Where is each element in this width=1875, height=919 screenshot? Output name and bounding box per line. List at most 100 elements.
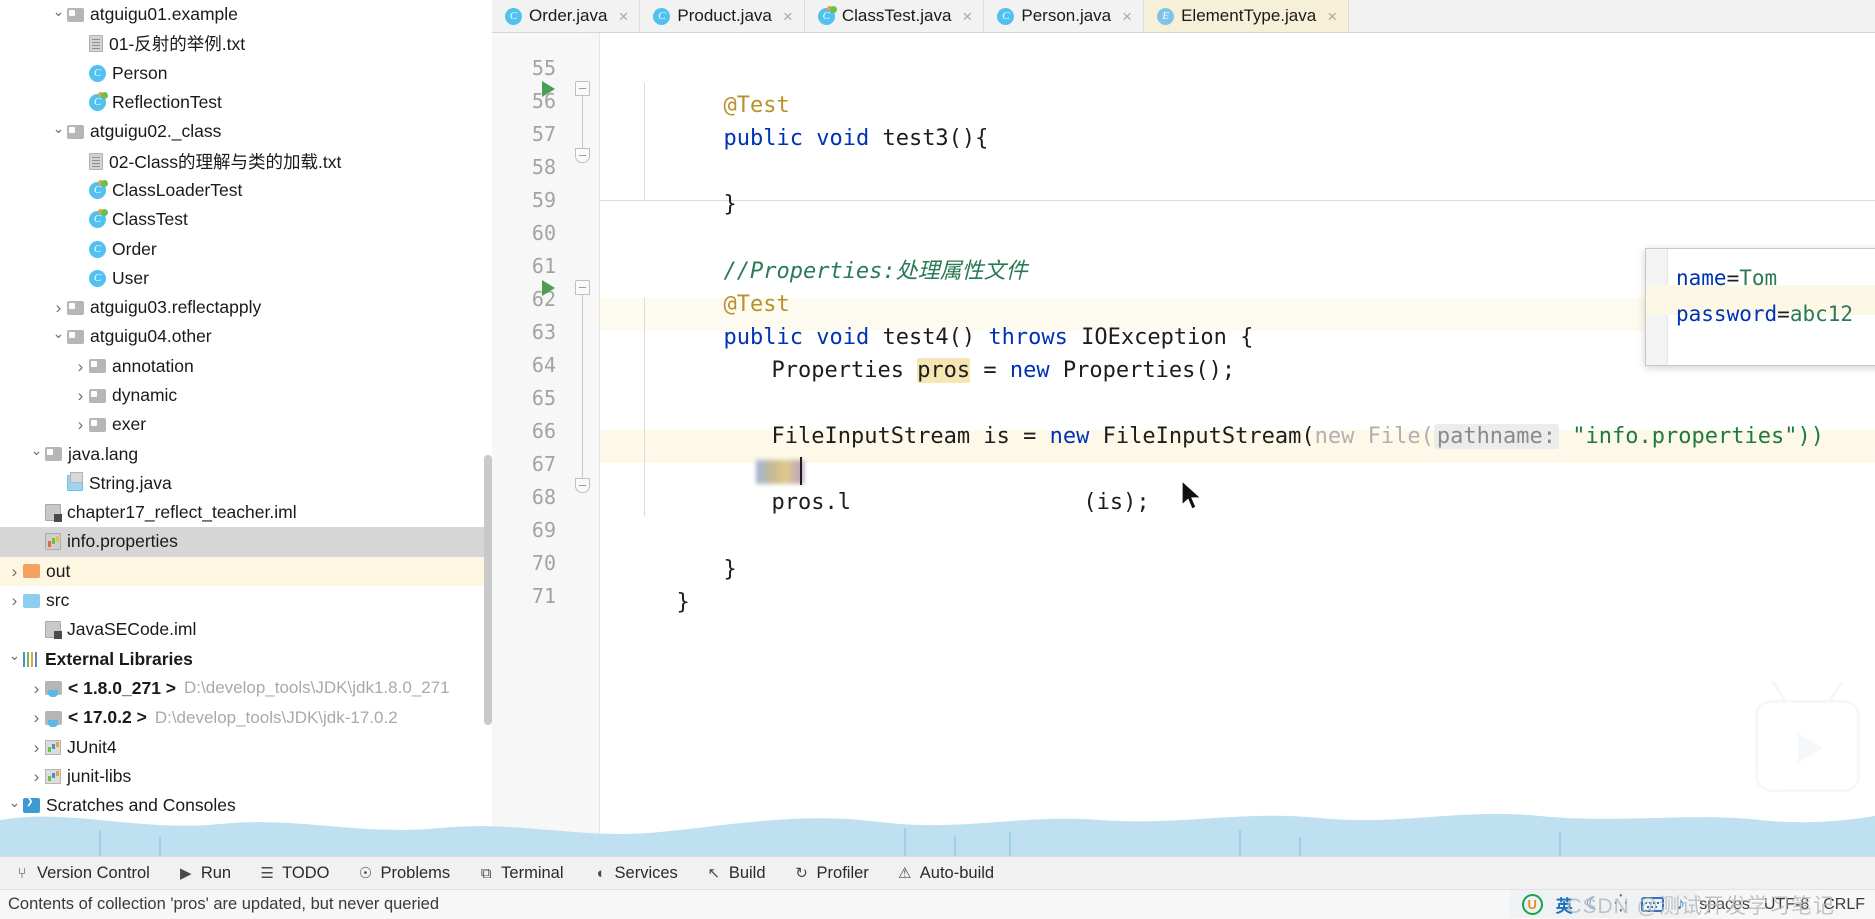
chevron-right-icon[interactable] xyxy=(28,709,45,726)
ime-badge-icon[interactable]: U xyxy=(1521,893,1543,915)
tree-node-junit4[interactable]: JUnit4 xyxy=(0,732,492,761)
fold-handle-test4-start[interactable]: – xyxy=(575,280,590,295)
editor-tab-product-java[interactable]: C Product.java × xyxy=(640,0,805,32)
project-tree-horizontal-scrollbar[interactable] xyxy=(0,847,380,854)
close-icon[interactable]: × xyxy=(618,8,628,25)
tree-node-java-lang[interactable]: java.lang xyxy=(0,439,492,468)
editor-tab-person-java[interactable]: C Person.java × xyxy=(984,0,1145,32)
tool-window-button-auto-build[interactable]: ⚠ Auto-build xyxy=(883,864,1008,883)
line-number-55: 55 xyxy=(531,56,556,80)
chevron-right-icon[interactable] xyxy=(72,387,89,404)
run-test4-gutter-icon[interactable] xyxy=(542,280,555,296)
operator-assign: = xyxy=(1023,424,1037,449)
editor-tab-order-java[interactable]: C Order.java × xyxy=(492,0,641,32)
editor-tabs[interactable]: C Order.java × C Product.java × C ClassTest.jav… xyxy=(492,0,1350,32)
tool-window-button-todo[interactable]: ☰ TODO xyxy=(245,864,343,883)
chevron-right-icon[interactable] xyxy=(6,563,23,580)
variable-is: is xyxy=(983,424,1010,449)
tool-window-bar[interactable]: ⑂ Version Control ▶ Run ☰ TODO ☉ Problems ⧉ Termi… xyxy=(0,856,1875,889)
project-tool-window[interactable]: atguigu01.example01-反射的举例.txtCPersonCRef… xyxy=(0,0,492,856)
tool-window-button-run[interactable]: ▶ Run xyxy=(164,864,245,883)
tree-node-atguigu01-example[interactable]: atguigu01.example xyxy=(0,0,492,29)
tree-node-order[interactable]: C Order xyxy=(0,234,492,263)
fold-handle-test3-end[interactable]: – xyxy=(575,148,590,163)
tree-node-atguigu03-reflectapply[interactable]: atguigu03.reflectapply xyxy=(0,293,492,322)
tool-window-button-label: Profiler xyxy=(816,863,869,882)
close-icon[interactable]: × xyxy=(1122,8,1132,25)
code-line-70[interactable]: } xyxy=(597,553,689,652)
chevron-down-icon[interactable] xyxy=(50,8,67,22)
chevron-down-icon[interactable] xyxy=(50,330,67,344)
tool-window-button-version-control[interactable]: ⑂ Version Control xyxy=(0,864,164,883)
tree-node-external-libraries[interactable]: External Libraries xyxy=(0,645,492,674)
tree-node-junit-libs[interactable]: junit-libs xyxy=(0,762,492,791)
fold-handle-test3-start[interactable]: – xyxy=(575,81,590,96)
run-test3-gutter-icon[interactable] xyxy=(542,81,555,97)
tree-node-javasecode-iml[interactable]: JavaSECode.iml xyxy=(0,615,492,644)
close-icon[interactable]: × xyxy=(1327,8,1337,25)
code-editor[interactable]: 55 56 57 58 59 60 61 62 63 64 65 66 67 68 69 70 71 – – –… xyxy=(492,33,1875,856)
tree-node-annotation[interactable]: annotation xyxy=(0,352,492,381)
tree-node-reflectiontest[interactable]: C ReflectionTest xyxy=(0,88,492,117)
editor-tab-elementtype-java[interactable]: E ElementType.java × xyxy=(1144,0,1350,32)
junit-library-icon xyxy=(45,739,61,755)
tree-node-src[interactable]: src xyxy=(0,586,492,615)
chevron-down-icon[interactable] xyxy=(6,799,23,813)
tree-node-dynamic[interactable]: dynamic xyxy=(0,381,492,410)
tree-node--17-0-2-[interactable]: < 17.0.2 > D:\develop_tools\JDK\jdk-17.0.… xyxy=(0,703,492,732)
editor-tab-classtest-java[interactable]: C ClassTest.java × xyxy=(804,0,985,32)
tree-node-01-txt[interactable]: 01-反射的举例.txt xyxy=(0,29,492,58)
fold-handle-test4-end[interactable]: – xyxy=(575,478,590,493)
tree-node-atguigu04-other[interactable]: atguigu04.other xyxy=(0,322,492,351)
tree-node-atguigu02-class[interactable]: atguigu02._class xyxy=(0,117,492,146)
tool-window-button-services[interactable]: ◖ Services xyxy=(578,864,692,883)
tree-node-classloadertest[interactable]: C ClassLoaderTest xyxy=(0,176,492,205)
project-tree[interactable]: atguigu01.example01-反射的举例.txtCPersonCRef… xyxy=(0,0,492,820)
type-fileinputstream: FileInputStream xyxy=(771,424,971,449)
tool-window-button-profiler[interactable]: ↻ Profiler xyxy=(780,864,883,883)
project-tree-vertical-scrollbar[interactable] xyxy=(484,455,492,725)
line-number-60: 60 xyxy=(531,221,556,245)
tree-node-exer[interactable]: exer xyxy=(0,410,492,439)
tool-window-button-build[interactable]: ↖ Build xyxy=(692,864,780,883)
chevron-down-icon[interactable] xyxy=(6,652,23,666)
tree-node-path: D:\develop_tools\JDK\jdk-17.0.2 xyxy=(154,707,398,727)
chevron-right-icon[interactable] xyxy=(72,416,89,433)
tree-node-user[interactable]: C User xyxy=(0,264,492,293)
variable-pros: pros xyxy=(917,358,971,383)
operator-assign: = xyxy=(983,358,997,383)
chevron-right-icon[interactable] xyxy=(28,768,45,785)
tool-window-button-problems[interactable]: ☉ Problems xyxy=(343,864,464,883)
chevron-right-icon[interactable] xyxy=(28,680,45,697)
close-icon[interactable]: × xyxy=(783,8,793,25)
tree-node-02-class-txt[interactable]: 02-Class的理解与类的加载.txt xyxy=(0,146,492,175)
tree-node-out[interactable]: out xyxy=(0,556,492,586)
chevron-down-icon[interactable] xyxy=(50,125,67,139)
close-icon[interactable]: × xyxy=(962,8,972,25)
tree-node-scratches-and-consoles[interactable]: Scratches and Consoles xyxy=(0,791,492,820)
chevron-right-icon[interactable] xyxy=(50,299,67,316)
obscured-method-name xyxy=(756,460,804,484)
chevron-right-icon[interactable] xyxy=(6,592,23,609)
chevron-right-icon[interactable] xyxy=(28,739,45,756)
property-value: Tom xyxy=(1739,266,1778,290)
chevron-right-icon[interactable] xyxy=(72,358,89,375)
tree-node-label: src xyxy=(46,590,70,611)
tree-node-string-java[interactable]: String.java xyxy=(0,469,492,498)
status-bar[interactable]: Contents of collection 'pros' are update… xyxy=(0,889,1875,919)
tree-node-info-properties[interactable]: info.properties xyxy=(0,527,492,557)
chevron-down-icon[interactable] xyxy=(28,447,45,461)
tree-node-person[interactable]: C Person xyxy=(0,59,492,88)
tree-node--1-8-0-271-[interactable]: < 1.8.0_271 > D:\develop_tools\JDK\jdk1.8… xyxy=(0,674,492,703)
line-number-65: 65 xyxy=(531,386,556,410)
tree-node-chapter17-reflect-teacher-iml[interactable]: chapter17_reflect_teacher.iml xyxy=(0,498,492,527)
closing-brace: } xyxy=(723,192,737,217)
scratches-icon xyxy=(23,796,40,814)
tree-node-classtest[interactable]: C ClassTest xyxy=(0,205,492,234)
editor-tab-bar[interactable]: C Order.java × C Product.java × C ClassTest.jav… xyxy=(492,0,1875,33)
properties-file-preview-popup[interactable]: name=Tom password=abc12 xyxy=(1645,248,1875,366)
hammer-icon: ↖ xyxy=(707,865,721,882)
tree-node-label: JUnit4 xyxy=(67,736,117,757)
play-triangle-icon xyxy=(1798,733,1823,763)
tool-window-button-terminal[interactable]: ⧉ Terminal xyxy=(464,864,577,883)
